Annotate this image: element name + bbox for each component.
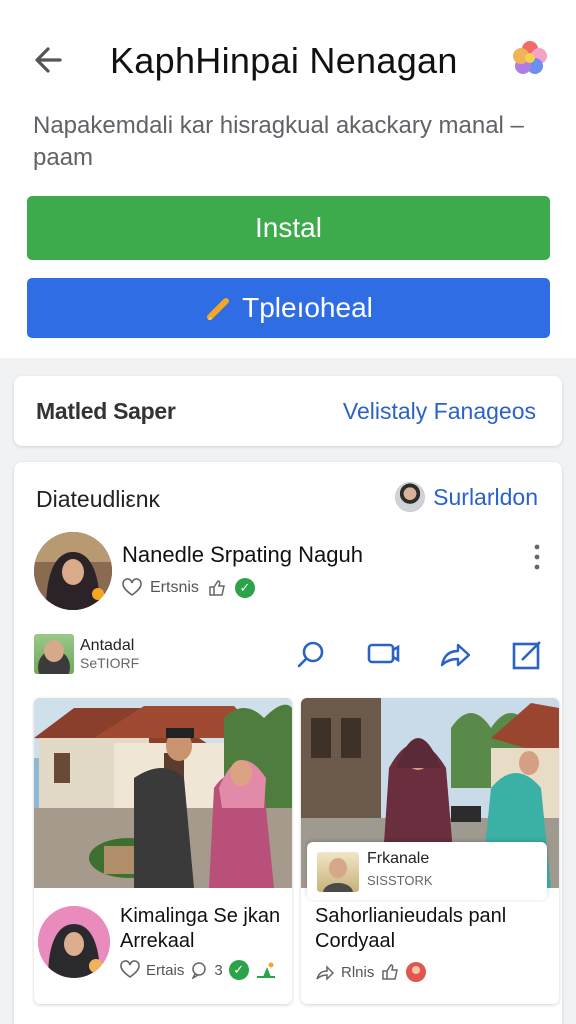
user-avatar-icon: [406, 962, 427, 982]
flower-icon: [513, 41, 547, 74]
row-user-avatar: [34, 634, 74, 674]
tile-meta-text: Rlnis: [341, 963, 375, 981]
info-bar-link[interactable]: Velistaly Fanageos: [343, 398, 536, 425]
secondary-action-button[interactable]: Tpleıoheal: [27, 278, 550, 338]
info-bar-card: Matled Saper Velistaly Fanageos: [14, 376, 562, 446]
share-icon[interactable]: [315, 962, 335, 982]
install-button[interactable]: Instal: [27, 196, 550, 260]
app-description: Napakemdali kar hisragkual akackary mana…: [33, 112, 524, 171]
section-user-link[interactable]: Surlarldon: [395, 482, 538, 512]
tile-meta-text: Ertais: [146, 961, 185, 979]
share-icon[interactable]: [438, 638, 472, 672]
comment-icon[interactable]: [190, 961, 208, 979]
heart-icon[interactable]: [120, 960, 140, 980]
back-arrow-icon[interactable]: [30, 40, 74, 80]
comment-icon[interactable]: [366, 638, 400, 672]
tile-comment-count: 3: [214, 961, 223, 979]
row-user-status: SeTIORF: [80, 655, 140, 671]
user-avatar: [395, 482, 426, 512]
like-icon[interactable]: [380, 962, 400, 982]
tile-body: Sahorlianieudals panl Cordyaal Rlnis: [301, 888, 559, 1004]
tile-photo: [34, 698, 292, 888]
post-author-avatar[interactable]: [34, 532, 112, 610]
tile-title: Sahorlianieudals panl Cordyaal: [315, 905, 507, 952]
secondary-button-label: Tpleıoheal: [242, 292, 373, 323]
search-icon[interactable]: [294, 638, 328, 672]
page-title: KaphHinpai Nenagan: [110, 40, 458, 81]
overlay-user-status: SISSTORK: [367, 873, 433, 888]
feed-tile[interactable]: Frkanale SISSTORK Sahorlianieudals panl …: [301, 698, 559, 1004]
overlay-user-avatar: [317, 852, 359, 892]
plant-icon: [256, 962, 275, 978]
install-button-label: Instal: [255, 212, 322, 243]
row-user-name: Antadal: [80, 637, 135, 654]
feed-tile[interactable]: Kimalinga Se jkan Arrekaal Ertais 3 ✓: [34, 698, 292, 1004]
feed-card: Diateudliεnκ Surlarldon Nanedle Srpating…: [14, 462, 562, 1024]
tile-body: Kimalinga Se jkan Arrekaal Ertais 3 ✓: [34, 888, 292, 1004]
post-author-name: Nanedle Srpating Naguh: [122, 542, 363, 567]
edit-icon[interactable]: [510, 638, 544, 672]
like-icon[interactable]: [207, 578, 227, 598]
check-icon: ✓: [234, 578, 255, 598]
info-bar-label: Matled Saper: [36, 398, 176, 424]
overlay-user-name: Frkanale: [367, 850, 430, 867]
section-user-name: Surlarldon: [433, 483, 538, 510]
heart-icon[interactable]: [122, 578, 142, 598]
tile-title: Kimalinga Se jkan Arrekaal: [120, 905, 281, 952]
pencil-icon: [207, 298, 230, 320]
app-header-section: KaphHinpai Nenagan Napakemdali kar hisra…: [0, 0, 576, 358]
kebab-icon[interactable]: [532, 544, 542, 570]
tile-meta: Ertais 3 ✓: [120, 960, 277, 980]
row-user[interactable]: Antadal SeTIORF: [34, 634, 139, 674]
tile-author-avatar[interactable]: [38, 906, 110, 978]
section-title: Diateudliεnκ: [36, 486, 161, 512]
tile-meta: Rlnis: [315, 962, 427, 982]
check-icon: ✓: [228, 960, 249, 980]
post-meta-text: Ertsnis: [150, 579, 199, 596]
post-meta: Ertsnis ✓: [122, 578, 255, 598]
action-bar: [294, 638, 544, 672]
